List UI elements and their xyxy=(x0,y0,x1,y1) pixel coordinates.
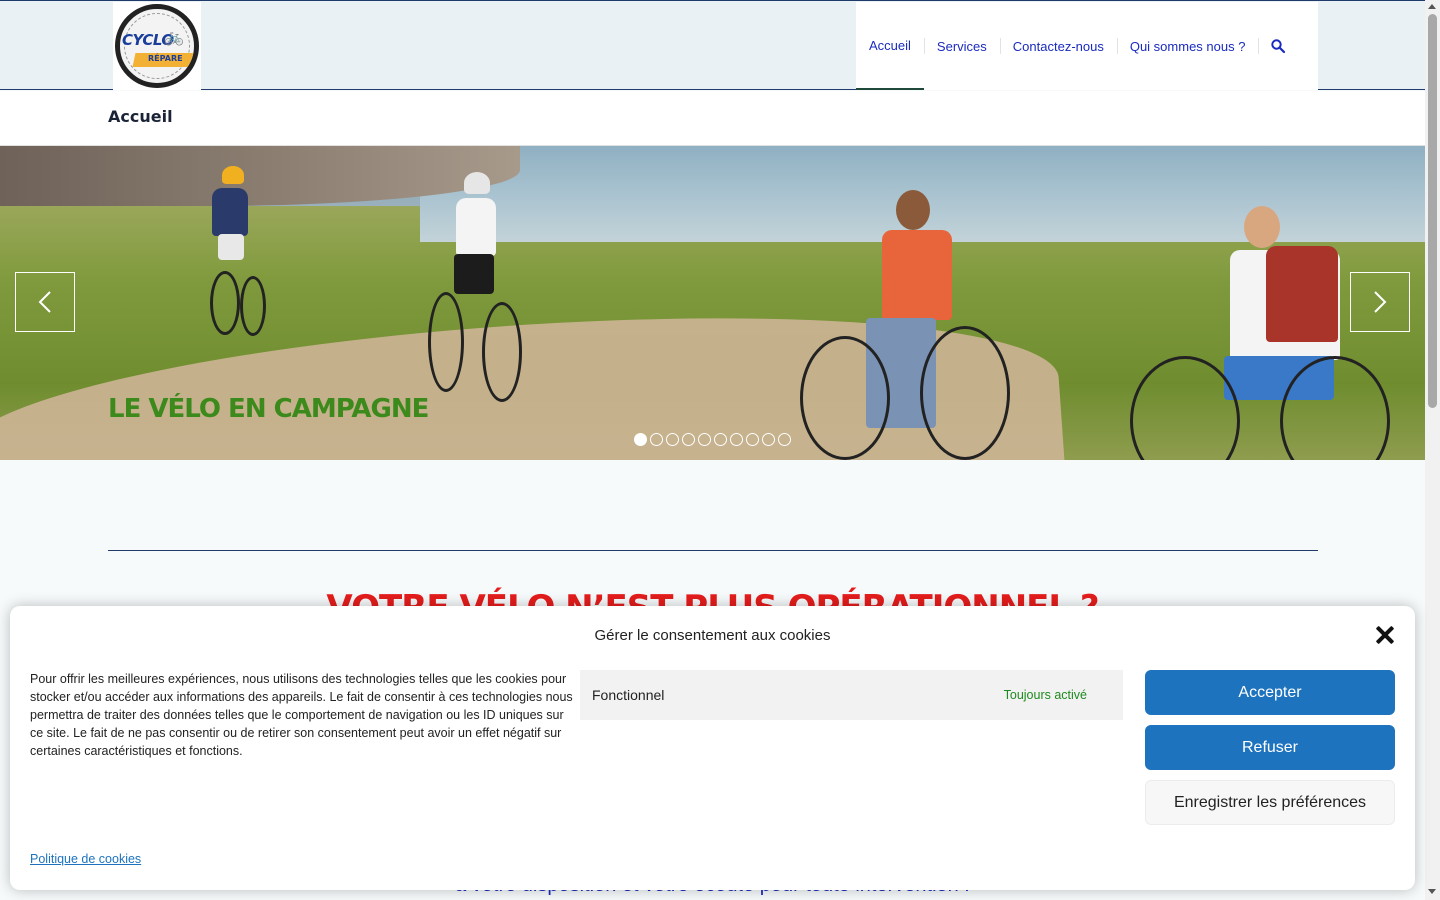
title-bar: Accueil xyxy=(0,91,1425,146)
slider-dot[interactable] xyxy=(650,433,663,446)
cookie-policy-link[interactable]: Politique de cookies xyxy=(30,852,141,866)
cookie-category-functional[interactable]: Fonctionnel Toujours activé xyxy=(580,670,1123,720)
search-icon xyxy=(1271,39,1286,53)
cookie-consent-dialog: Gérer le consentement aux cookies Pour o… xyxy=(10,606,1415,890)
slider-dot[interactable] xyxy=(682,433,695,446)
cookie-dialog-title: Gérer le consentement aux cookies xyxy=(594,627,831,644)
scroll-thumb[interactable] xyxy=(1428,14,1437,408)
nav-item-accueil[interactable]: Accueil xyxy=(856,2,924,90)
nav-item-qui-sommes-nous[interactable]: Qui sommes nous ? xyxy=(1116,2,1259,90)
nav-item-contactez-nous[interactable]: Contactez-nous xyxy=(999,2,1117,90)
slider-dot[interactable] xyxy=(666,433,679,446)
site-logo[interactable]: CYCLO 🚲 RÉPARE xyxy=(113,2,201,90)
slider-dot[interactable] xyxy=(730,433,743,446)
main-nav: Accueil Services Contactez-nous Qui somm… xyxy=(856,2,1318,90)
scroll-down-icon[interactable] xyxy=(1428,889,1436,894)
refuse-cookies-button[interactable]: Refuser xyxy=(1145,725,1395,770)
cookie-category-name: Fonctionnel xyxy=(592,687,665,703)
site-header: CYCLO 🚲 RÉPARE Accueil Services Contacte… xyxy=(0,0,1425,90)
close-icon[interactable] xyxy=(1374,624,1396,646)
hero-slider: LE VÉLO EN CAMPAGNE xyxy=(0,146,1425,460)
section-divider xyxy=(108,550,1318,551)
slider-dot[interactable] xyxy=(714,433,727,446)
cookie-description: Pour offrir les meilleures expériences, … xyxy=(30,672,573,758)
chevron-left-icon xyxy=(38,291,51,313)
slider-dot[interactable] xyxy=(746,433,759,446)
logo-wheel-graphic: CYCLO 🚲 RÉPARE xyxy=(115,4,199,88)
slider-dot[interactable] xyxy=(778,433,791,446)
save-preferences-button[interactable]: Enregistrer les préférences xyxy=(1145,780,1395,825)
slider-dot[interactable] xyxy=(698,433,711,446)
slider-dot[interactable] xyxy=(634,433,647,446)
slider-prev-button[interactable] xyxy=(15,272,75,332)
page-scrollbar[interactable] xyxy=(1425,0,1440,900)
slider-pagination xyxy=(634,433,791,446)
page-title: Accueil xyxy=(108,107,173,126)
accept-cookies-button[interactable]: Accepter xyxy=(1145,670,1395,715)
scroll-up-icon[interactable] xyxy=(1428,4,1436,9)
search-button[interactable] xyxy=(1258,2,1298,90)
cookie-category-status: Toujours activé xyxy=(1003,688,1087,702)
logo-text-repare: RÉPARE xyxy=(148,54,183,63)
nav-item-services[interactable]: Services xyxy=(923,2,1000,90)
bicycle-icon: 🚲 xyxy=(164,29,184,46)
slider-dot[interactable] xyxy=(762,433,775,446)
slide-caption: LE VÉLO EN CAMPAGNE xyxy=(108,394,429,424)
slider-next-button[interactable] xyxy=(1350,272,1410,332)
chevron-right-icon xyxy=(1374,291,1387,313)
